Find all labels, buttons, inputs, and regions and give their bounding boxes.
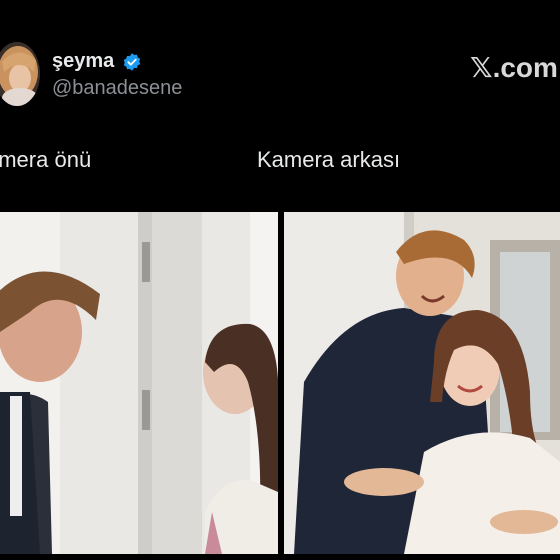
photo-behind-camera-image	[284, 212, 560, 554]
photo-before-camera[interactable]	[0, 212, 278, 554]
photo-before-camera-image	[0, 212, 278, 554]
platform-domain: .com	[492, 52, 558, 83]
platform-watermark: 𝕏.com	[470, 51, 558, 84]
x-logo-icon: 𝕏	[470, 51, 493, 84]
avatar[interactable]	[0, 42, 40, 106]
avatar-image	[0, 42, 40, 106]
verified-badge-icon	[123, 52, 140, 71]
caption-right: Kamera arkası	[257, 147, 401, 172]
user-handle[interactable]: @banadesene	[52, 77, 182, 100]
user-info: şeyma @banadesene	[52, 50, 182, 100]
photo-behind-camera[interactable]	[284, 212, 560, 554]
caption-left: amera önü	[0, 147, 92, 172]
tweet-header: şeyma @banadesene 𝕏.com	[0, 40, 560, 116]
display-name[interactable]: şeyma	[52, 50, 114, 73]
